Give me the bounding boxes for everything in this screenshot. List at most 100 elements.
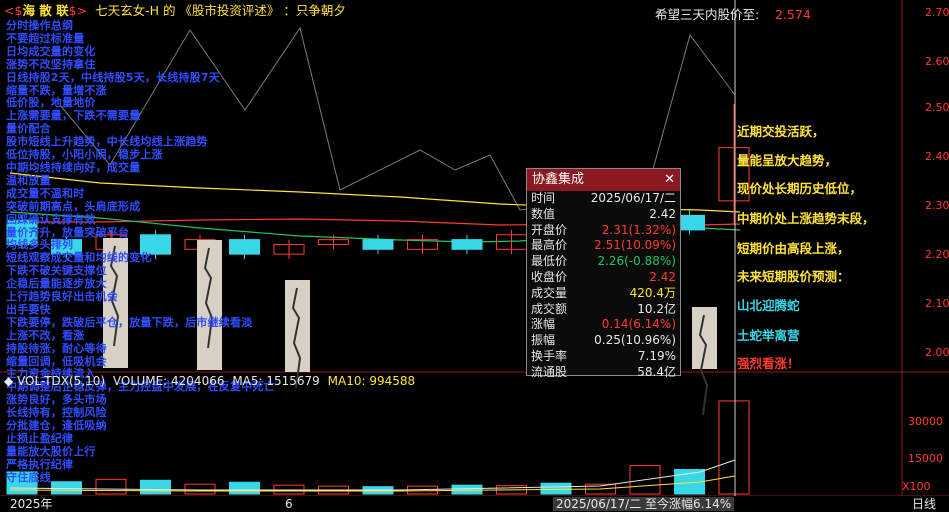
popup-row-key: 最低价 xyxy=(531,254,568,269)
close-icon[interactable]: ✕ xyxy=(664,169,675,191)
strategy-note-line: 中期均线持续向好，成交量 xyxy=(6,160,141,174)
volume-axis-15000: 15000 xyxy=(908,452,943,465)
strategy-note-line: 量能放大股价上行 xyxy=(6,444,96,458)
commentary-line: 近期交投活跃， xyxy=(737,124,825,139)
popup-row-value: 420.4万 xyxy=(629,285,676,300)
period-label[interactable]: 日线 xyxy=(912,497,936,511)
popup-title: 协鑫集成 xyxy=(532,172,585,187)
popup-row-value: 2.31(1.32%) xyxy=(601,222,676,237)
logo-text: 海 散 联 xyxy=(22,3,69,18)
strategy-note-line: 突破前期高点，头肩底形成 xyxy=(6,199,141,213)
popup-row-value: 2.42 xyxy=(649,269,676,284)
popup-row-key: 最高价 xyxy=(531,238,568,253)
volume-indicator-label[interactable]: VOL-TDX(5,10) xyxy=(17,374,105,388)
popup-row-key: 流通股 xyxy=(531,364,568,379)
popup-row-value: 7.19% xyxy=(637,348,676,363)
popup-row-value: 2.51(10.09%) xyxy=(594,238,676,253)
popup-row-value: 0.25(10.96%) xyxy=(594,333,676,348)
popup-row-key: 换手率 xyxy=(531,348,568,363)
commentary-line: 中期价处上涨趋势末段， xyxy=(737,211,875,226)
popup-row: 振幅 0.25(10.96%) xyxy=(527,333,680,349)
volume-bar xyxy=(451,484,483,495)
price-axis-label: 2.20 xyxy=(925,248,949,261)
popup-row-key: 数值 xyxy=(531,206,556,221)
popup-row-value: 0.14(6.14%) xyxy=(601,317,676,332)
popup-row-value: 2025/06/17/二 xyxy=(590,191,676,205)
popup-row-key: 成交额 xyxy=(531,301,568,316)
popup-row-key: 涨幅 xyxy=(531,317,556,332)
strategy-note-line: 出手要快 xyxy=(6,302,51,316)
target-value: 2.574 xyxy=(775,7,811,22)
volume-bar xyxy=(718,400,750,495)
commentary-line: 现价处长期历史低位， xyxy=(737,181,863,196)
price-axis-label: 2.50 xyxy=(925,101,949,114)
subtitle: 七天玄女-H 的 《股市投资评述》 ：只争朝夕 xyxy=(95,3,346,18)
popup-row: 换手率 7.19% xyxy=(527,349,680,365)
popup-row-value: 10.2亿 xyxy=(637,301,676,316)
title-bar: <$海 散 联$> 七天玄女-H 的 《股市投资评述》 ：只争朝夕 xyxy=(4,4,346,18)
strategy-note-line: 分时操作总纲 xyxy=(6,19,74,32)
popup-row: 成交量 420.4万 xyxy=(527,286,680,302)
logo-mark-left: <$ xyxy=(4,3,23,18)
popup-row: 数值 2.42 xyxy=(527,207,680,223)
strategy-note-line: 日线持股2天，中线持股5天，长线持股7天 xyxy=(6,70,220,84)
volume-axis-unit: X100 xyxy=(902,480,931,493)
ma10-value: MA10: 994588 xyxy=(327,374,416,388)
popup-rows: 时间 2025/06/17/二数值 2.42 开盘价 2.31(1.32%) 最高价 2.5… xyxy=(527,191,680,381)
commentary-line: 土蛇举离营 xyxy=(737,328,800,343)
commentary-line: 山北迎腾蛇 xyxy=(737,298,800,313)
popup-row-key: 振幅 xyxy=(531,333,556,348)
popup-row: 收盘价 2.42 xyxy=(527,270,680,286)
strategy-note-line: 日均成交量的变化 xyxy=(6,44,96,58)
volume-axis-30000: 30000 xyxy=(908,415,943,428)
strategy-note-line: 止损止盈纪律 xyxy=(6,432,74,445)
price-axis-label: 2.00 xyxy=(925,346,949,359)
commentary-line: 量能呈放大趋势， xyxy=(737,153,838,168)
stock-chart-window: <$海 散 联$> 七天玄女-H 的 《股市投资评述》 ：只争朝夕 希望三天内股… xyxy=(0,0,949,512)
strategy-note-line: 回踩确认支撑有效 xyxy=(6,212,96,226)
volume-indicator-settings-icon[interactable]: ◆ xyxy=(4,374,13,388)
month-label: 6 xyxy=(285,497,293,511)
strategy-note-line: 涨势不改坚持拿住 xyxy=(6,57,96,71)
candle-body xyxy=(362,239,394,250)
volume-value: VOLUME: 4204066 xyxy=(112,374,225,388)
strategy-note-line: 守住底线 xyxy=(6,470,51,484)
popup-row-value: 58.4亿 xyxy=(637,364,676,379)
popup-row-key: 时间 xyxy=(531,191,556,205)
price-axis-label: 2.10 xyxy=(925,297,949,310)
strategy-note-line: 成交量不温和时 xyxy=(6,186,85,200)
strategy-note-line: 温和放量 xyxy=(6,173,51,187)
stock-info-popup: 协鑫集成 ✕ 时间 2025/06/17/二数值 2.42 开盘价 2.31(1.32%… xyxy=(526,168,681,379)
target-label: 希望三天内股价至: xyxy=(655,7,760,22)
commentary-line: 强烈看涨！ xyxy=(737,356,800,371)
popup-row-key: 成交量 xyxy=(531,285,568,300)
strategy-note-line: 持股待涨，耐心等待 xyxy=(6,341,107,355)
popup-header[interactable]: 协鑫集成 ✕ xyxy=(527,169,680,191)
popup-row: 成交额 10.2亿 xyxy=(527,302,680,318)
price-axis-label: 2.30 xyxy=(925,199,949,212)
volume-header: ◆ VOL-TDX(5,10) VOLUME: 4204066 MA5: 151… xyxy=(4,374,415,388)
time-axis: 2025年 6 2025/06/17/二 至今涨幅6.14% 日线 xyxy=(0,496,949,512)
price-axis-label: 2.40 xyxy=(925,150,949,163)
logo-mark-right: $> xyxy=(68,3,88,18)
popup-row-value: 2.42 xyxy=(649,206,676,221)
popup-row: 最高价 2.51(10.09%) xyxy=(527,238,680,254)
strategy-note-line: 不要超过标准量 xyxy=(6,31,85,45)
price-axis-label: 2.70 xyxy=(925,6,949,19)
cursor-date-label: 2025/06/17/二 至今涨幅6.14% xyxy=(553,497,735,511)
popup-row: 涨幅 0.14(6.14%) xyxy=(527,317,680,333)
commentary-line: 短期价由高段上涨， xyxy=(737,241,850,256)
ma5-value: MA5: 1515679 xyxy=(232,374,320,388)
strategy-note-line: 上涨不改，看涨 xyxy=(6,328,85,342)
candle-body xyxy=(451,239,483,250)
popup-row-key: 开盘价 xyxy=(531,222,568,237)
popup-row: 流通股 58.4亿 xyxy=(527,365,680,381)
strategy-note-line: 严格执行纪律 xyxy=(6,457,74,471)
commentary-line: 未来短期股价预测： xyxy=(737,269,850,284)
strategy-note-line: 下跌要停，跌破后平仓，放量下跌，后市继续看淡 xyxy=(6,315,253,329)
price-axis-label: 2.60 xyxy=(925,55,949,68)
popup-row: 最低价 2.26(-0.88%) xyxy=(527,254,680,270)
popup-row-value: 2.26(-0.88%) xyxy=(597,254,676,269)
strategy-note-line: 上行趋势良好出击机会 xyxy=(6,290,118,304)
popup-row-key: 收盘价 xyxy=(531,269,568,284)
